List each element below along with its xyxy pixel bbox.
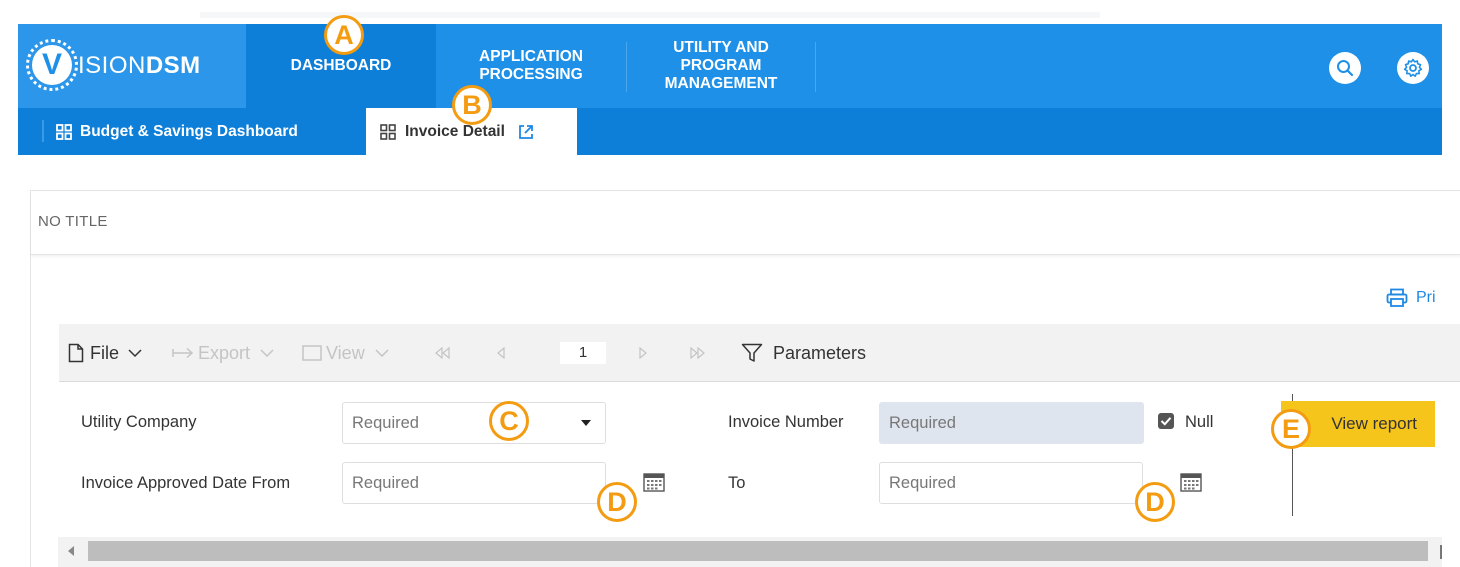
scrollbar-thumb[interactable] [88,541,1428,561]
nav-divider [815,42,816,92]
approved-date-from-placeholder: Required [352,473,419,492]
logo[interactable]: V ISIONDSM [18,24,246,108]
print-label: Pri [1416,289,1436,306]
nav-tab-utility-program-management[interactable]: UTILITY AND PROGRAM MANAGEMENT [627,24,815,108]
printer-icon [1386,288,1408,307]
dashboard-grid-icon [56,123,72,140]
invoice-number-label: Invoice Number [728,413,844,431]
utility-company-label: Utility Company [81,413,197,431]
nav-tab-label-line: MANAGEMENT [664,75,778,92]
print-button[interactable]: Pri [1386,288,1436,308]
checkmark-icon [1160,417,1172,426]
to-date-label: To [728,474,746,492]
previous-page-button[interactable] [496,324,506,382]
panel-title-bar: NO TITLE [31,191,1460,255]
calendar-icon[interactable] [1180,472,1202,492]
search-icon [1337,60,1354,77]
callout-b: B [452,85,492,125]
view-label: View [326,342,365,363]
nav-tab-dashboard-label: DASHBOARD [290,57,392,74]
callout-d: D [1135,482,1175,522]
subnav-item-label: Budget & Savings Dashboard [80,122,298,140]
to-date-input[interactable]: Required [879,462,1143,504]
subnav-divider [42,120,44,142]
export-label: Export [198,342,251,363]
next-page-button[interactable] [638,324,648,382]
horizontal-scrollbar[interactable] [58,537,1442,567]
nav-tab-label-line: PROGRAM [680,57,762,74]
view-menu[interactable]: View [302,324,389,382]
last-page-button[interactable] [689,324,705,382]
null-checkbox[interactable] [1158,413,1174,429]
page-number-input[interactable]: 1 [560,342,606,364]
invoice-number-placeholder: Required [889,413,956,432]
settings-button[interactable] [1397,52,1429,84]
panel-title: NO TITLE [38,213,108,230]
logo-text: ISIONDSM [78,52,201,79]
file-label: File [90,342,120,363]
export-arrow-icon [172,347,194,359]
subnav-item-budget-savings-dashboard[interactable]: Budget & Savings Dashboard [56,108,298,155]
parameters-button[interactable]: Parameters [741,324,866,382]
chevron-right-icon [639,347,647,359]
parameters-panel: Utility Company Required Invoice Number … [59,382,1460,532]
search-button[interactable] [1329,52,1361,84]
dashboard-grid-icon [380,123,396,140]
calendar-icon[interactable] [643,472,665,492]
utility-company-placeholder: Required [352,413,419,432]
chevron-down-icon [375,349,389,358]
double-chevron-left-icon [435,347,450,359]
utility-company-select[interactable]: Required [342,402,606,444]
nav-tab-label-line: APPLICATION [479,48,583,65]
callout-c: C [489,401,529,441]
nav-tab-label-line: UTILITY AND [673,39,769,56]
dropdown-caret-icon [581,420,591,426]
subnav-item-label: Invoice Detail [405,122,505,140]
scroll-left-icon[interactable] [68,546,74,556]
top-strip [0,0,1460,24]
approved-date-from-input[interactable]: Required [342,462,606,504]
export-menu[interactable]: Export [172,324,274,382]
nav-tab-label-line: PROCESSING [479,66,583,83]
main-navbar: V ISIONDSM DASHBOARD APPLICATION PROCESS… [18,24,1442,108]
callout-a: A [324,15,364,55]
first-page-button[interactable] [435,324,451,382]
scroll-end-marker [1440,545,1442,559]
callout-d: D [597,482,637,522]
sub-navbar: Budget & Savings Dashboard Invoice Detai… [18,108,1442,155]
invoice-number-input[interactable]: Required [879,402,1144,444]
parameters-label: Parameters [773,342,867,363]
chevron-left-icon [497,347,505,359]
chevron-down-icon [128,349,142,358]
to-date-placeholder: Required [889,473,956,492]
external-link-icon[interactable] [517,123,535,141]
report-toolbar: File Export View 1 Parameters [59,324,1460,382]
approved-date-from-label: Invoice Approved Date From [81,474,291,492]
file-icon [68,343,84,363]
filter-icon [741,343,763,362]
report-panel: NO TITLE Pri File Export View 1 Paramete… [30,190,1460,567]
view-box-icon [302,345,322,361]
double-chevron-right-icon [690,347,705,359]
logo-v-icon: V [32,45,72,85]
null-label: Null [1185,413,1214,431]
chevron-down-icon [260,349,274,358]
gear-icon [1403,58,1423,77]
view-report-label: View report [1331,414,1417,433]
file-menu[interactable]: File [68,324,142,382]
callout-e: E [1271,409,1311,449]
